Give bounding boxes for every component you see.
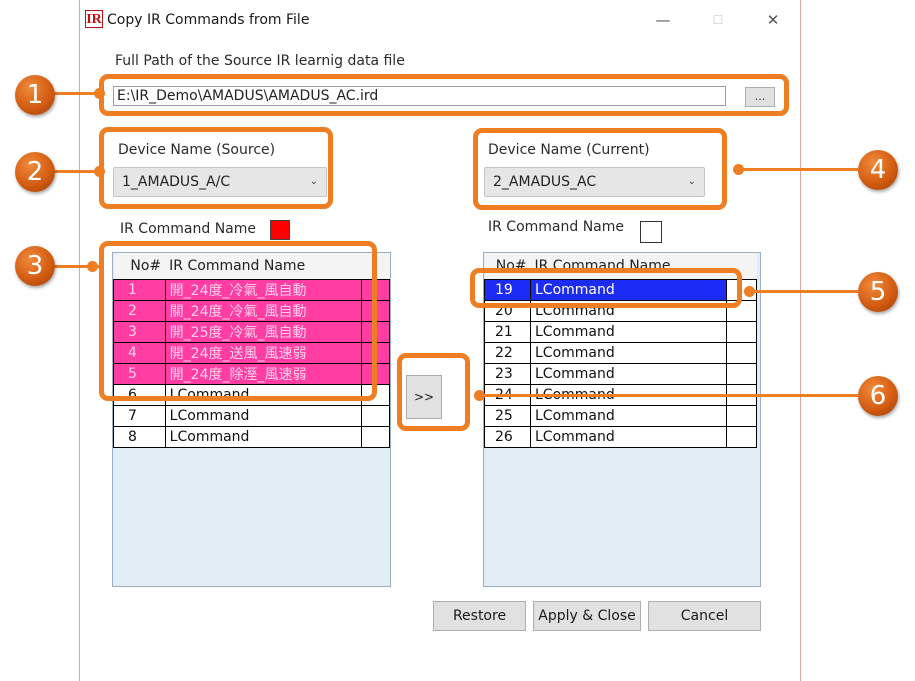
callout-badge-5: 5: [858, 272, 898, 312]
maximize-button[interactable]: ☐: [703, 8, 733, 32]
current-list-label: IR Command Name: [488, 219, 625, 235]
title-bar: IR Copy IR Commands from File — ☐ ✕: [80, 0, 800, 40]
callout-badge-2: 2: [15, 152, 55, 192]
callout-frame-6: [397, 353, 470, 431]
cancel-button[interactable]: Cancel: [648, 601, 761, 631]
close-button[interactable]: ✕: [758, 8, 788, 32]
callout-frame-1: [99, 74, 789, 116]
callout-badge-3: 3: [15, 246, 55, 286]
ir-app-icon: IR: [85, 10, 103, 28]
source-path-label: Full Path of the Source IR learnig data …: [115, 53, 405, 69]
callout-frame-5: [470, 268, 742, 308]
table-row[interactable]: 22 LCommand: [484, 341, 757, 364]
callout-badge-4: 4: [858, 150, 898, 190]
callout-frame-2: [99, 127, 333, 209]
callout-line-5: [748, 290, 858, 293]
callout-dot-3: [87, 261, 98, 272]
callout-dot-4: [733, 164, 744, 175]
minimize-button[interactable]: —: [648, 8, 678, 32]
table-row[interactable]: 7 LCommand: [113, 404, 390, 427]
callout-frame-3: [99, 241, 377, 401]
callout-dot-2: [94, 166, 105, 177]
callout-badge-1: 1: [15, 75, 55, 115]
current-color-swatch[interactable]: [640, 221, 662, 243]
window-title: Copy IR Commands from File: [107, 12, 310, 28]
table-row[interactable]: 8 LCommand: [113, 425, 390, 448]
table-row[interactable]: 23 LCommand: [484, 362, 757, 385]
table-row[interactable]: 25 LCommand: [484, 404, 757, 427]
source-list-label: IR Command Name: [120, 221, 257, 237]
callout-frame-4: [473, 128, 727, 210]
source-color-swatch[interactable]: [270, 220, 290, 240]
callout-line-4: [738, 168, 858, 171]
restore-button[interactable]: Restore: [433, 601, 526, 631]
apply-close-button[interactable]: Apply & Close: [533, 601, 641, 631]
callout-dot-6: [474, 390, 485, 401]
table-row[interactable]: 26 LCommand: [484, 425, 757, 448]
callout-badge-6: 6: [858, 376, 898, 416]
callout-dot-1: [94, 88, 105, 99]
callout-line-6: [480, 394, 858, 397]
table-row[interactable]: 21 LCommand: [484, 320, 757, 343]
callout-dot-5: [744, 286, 755, 297]
